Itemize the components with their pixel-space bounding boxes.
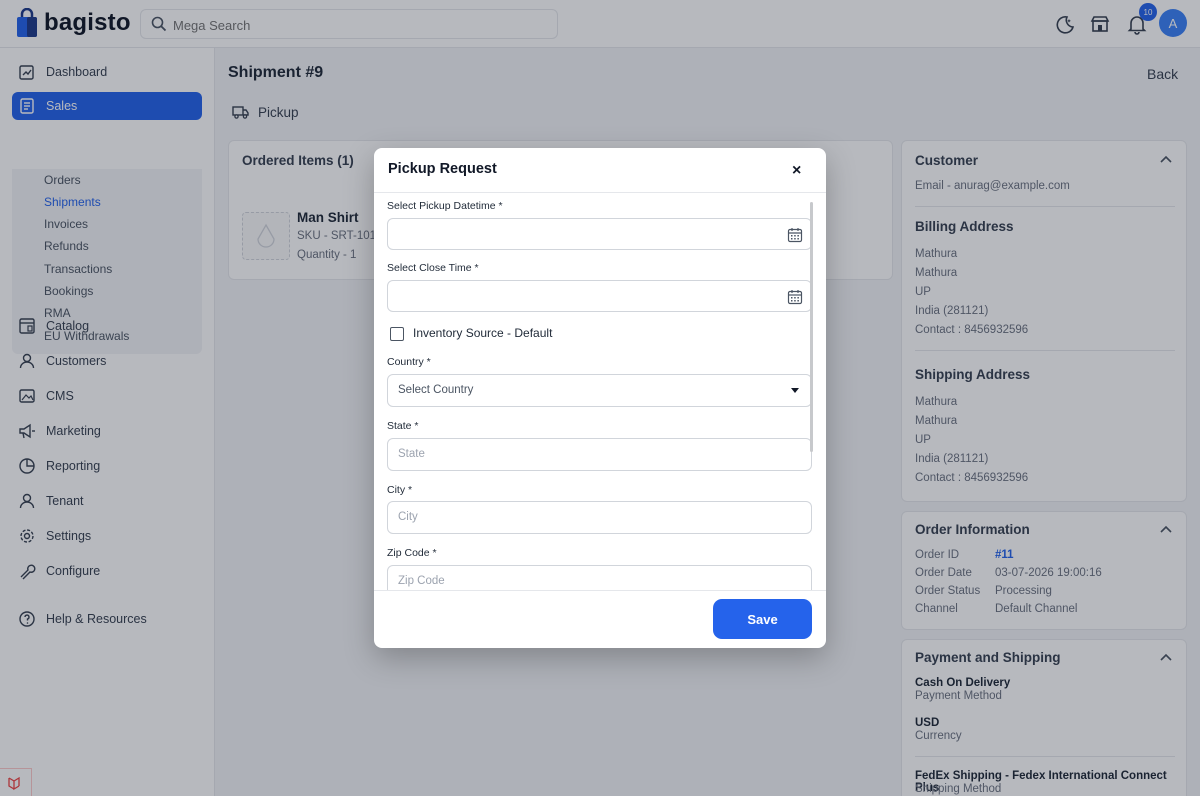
country-selected-value: Select Country [398,384,474,396]
state-input[interactable]: State [387,438,812,471]
zip-code-placeholder: Zip Code [398,575,445,587]
modal-body: Select Pickup Datetime * Select Close Ti… [374,192,826,590]
city-label: City * [387,484,413,496]
zip-code-input[interactable]: Zip Code [387,565,812,590]
country-select[interactable]: Select Country [387,374,812,407]
city-placeholder: City [398,511,418,523]
pickup-datetime-label: Select Pickup Datetime * [387,200,503,212]
pickup-datetime-input[interactable] [387,218,812,250]
close-time-label: Select Close Time * [387,262,479,274]
modal-title: Pickup Request [388,161,497,177]
inventory-source-label[interactable]: Inventory Source - Default [413,326,552,340]
state-placeholder: State [398,448,425,460]
close-icon[interactable]: × [792,162,801,180]
calendar-icon[interactable] [787,289,803,305]
close-time-input[interactable] [387,280,812,312]
country-label: Country * [387,356,431,368]
save-button[interactable]: Save [713,599,812,639]
modal-scrollbar[interactable] [810,202,813,452]
zip-code-label: Zip Code * [387,547,437,559]
pickup-request-modal: Pickup Request × Select Pickup Datetime … [374,148,826,648]
calendar-icon[interactable] [787,227,803,243]
caret-down-icon [791,388,799,393]
city-input[interactable]: City [387,501,812,534]
state-label: State * [387,420,419,432]
inventory-source-checkbox[interactable] [390,327,404,341]
modal-footer-divider [374,590,826,591]
